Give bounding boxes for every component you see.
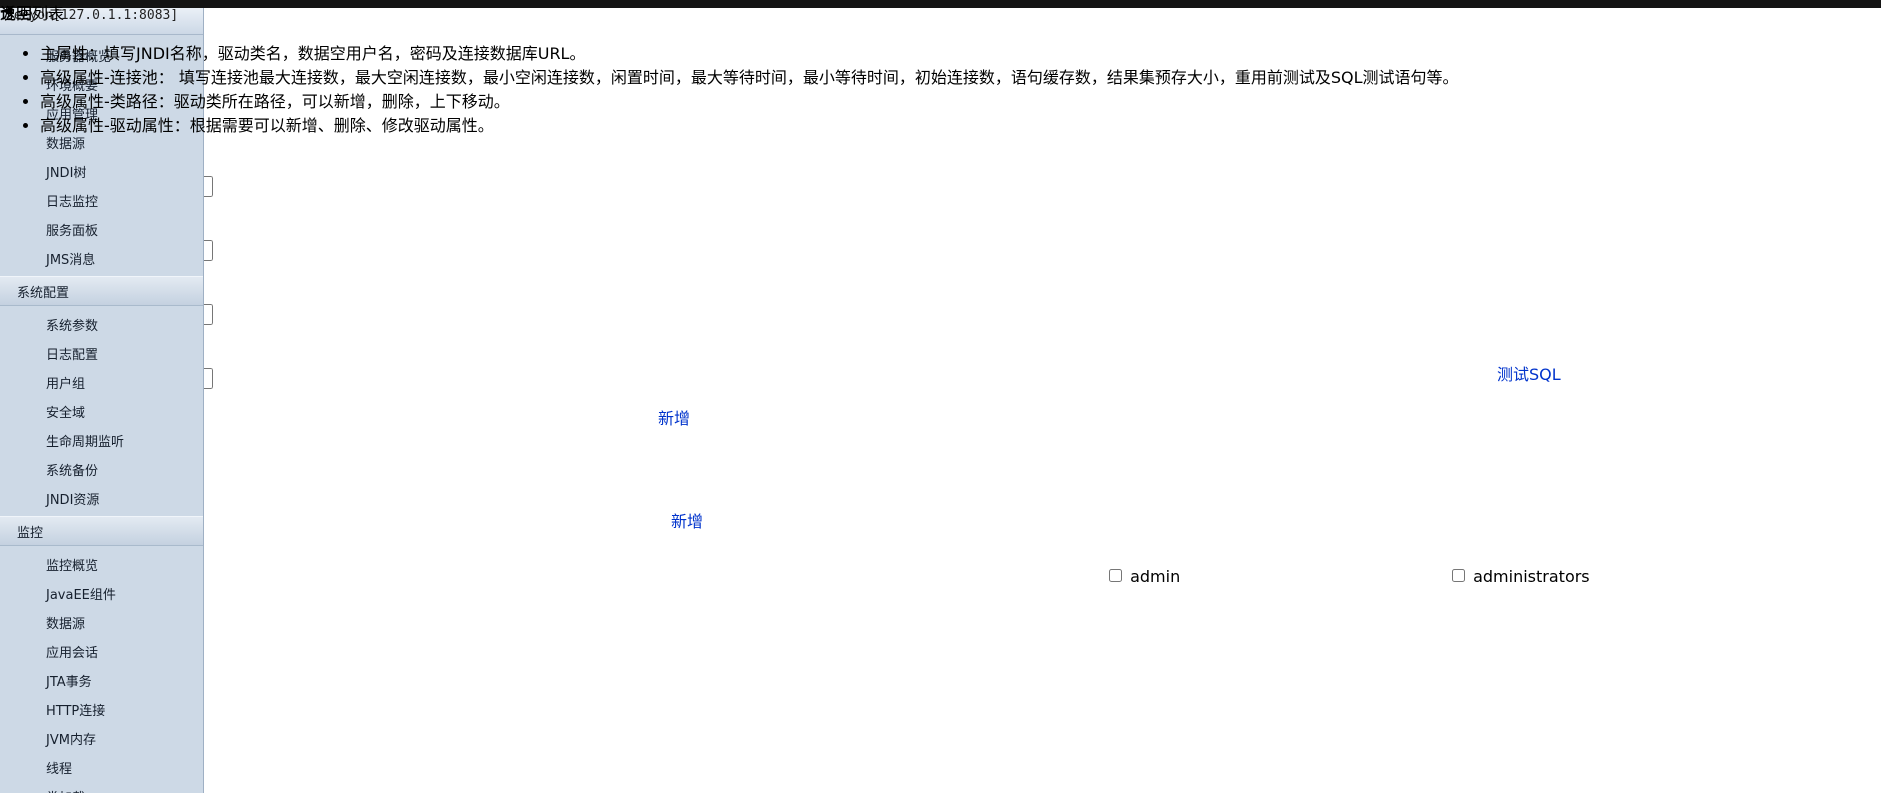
pool-legend: 连接池 <box>0 616 1881 640</box>
sidebar-item-label: 类加载 <box>46 787 85 793</box>
required-driver-class: * <box>0 325 1881 344</box>
sidebar-item-label: 系统备份 <box>46 464 99 479</box>
sidebar-item[interactable]: JNDI资源 <box>0 484 203 513</box>
section-title-advanced: 高级属性 <box>0 408 1881 432</box>
sidebar-item-label: JVM内存 <box>46 733 96 748</box>
sidebar-item[interactable]: 监控 <box>0 516 203 546</box>
url-label: URL： <box>0 344 1881 368</box>
help-title: 说明 <box>0 4 33 23</box>
sidebar-item-label: JNDI树 <box>46 166 87 181</box>
sidebar-item[interactable]: 日志配置 <box>0 339 203 368</box>
remote-group-checkbox[interactable] <box>1452 569 1465 582</box>
sidebar-item-label: 应用会话 <box>46 646 99 661</box>
sidebar-item[interactable]: 系统备份 <box>0 455 203 484</box>
sidebar-item-label: 生命周期监听 <box>46 435 125 450</box>
remote-group-label: administrators <box>1473 567 1590 586</box>
sidebar-item[interactable]: 生命周期监听 <box>0 426 203 455</box>
sidebar-item-label: 系统参数 <box>46 319 99 334</box>
test-sql-link[interactable]: 测试SQL <box>1497 361 1561 385</box>
sidebar-item-label: 用户组 <box>46 377 86 392</box>
sidebar-item[interactable]: 日志监控 <box>0 186 203 215</box>
classpath-add-link[interactable]: 新增 <box>655 405 694 429</box>
password-label: 密码： <box>0 216 1881 240</box>
sidebar-item[interactable]: 系统配置 <box>0 276 203 306</box>
required-password: * <box>0 261 1881 280</box>
sidebar-item[interactable]: 应用会话 <box>0 637 203 666</box>
sidebar-item[interactable]: 监控概览 <box>0 550 203 579</box>
help-bullets: 主属性：填写JNDI名称，驱动类名，数据空用户名，密码及连接数据库URL。高级属… <box>0 40 1459 136</box>
help-bullet: 高级属性-连接池： 填写连接池最大连接数，最大空闲连接数，最小空闲连接数，闲置时… <box>40 64 1459 88</box>
sidebar-item-label: HTTP连接 <box>46 704 106 719</box>
sidebar-item[interactable]: 安全域 <box>0 397 203 426</box>
sidebar-item-label: JMS消息 <box>46 253 96 268</box>
remote-groups-list: administrators <box>1448 566 1590 586</box>
required-jndi: * <box>0 197 1881 216</box>
help-panel: 说明 主属性：填写JNDI名称，驱动类名，数据空用户名，密码及连接数据库URL。… <box>0 0 1459 152</box>
remote-user-checkbox[interactable] <box>1109 569 1122 582</box>
remote-group-item: administrators <box>1448 566 1590 586</box>
sidebar-item[interactable]: 数据源 <box>0 608 203 637</box>
sidebar-item-label: 日志配置 <box>46 348 99 363</box>
sidebar-item[interactable]: JTA事务 <box>0 666 203 695</box>
sidebar-item[interactable]: JMS消息 <box>0 244 203 273</box>
remote-users-list: admin <box>1105 566 1180 586</box>
sidebar-item-label: 安全域 <box>46 406 86 421</box>
jndi-label: JNDI： <box>0 152 1881 176</box>
driver-class-label: 驱动类名： <box>0 280 1881 304</box>
sidebar-item[interactable]: JNDI树 <box>0 157 203 186</box>
sidebar-item-label: 监控 <box>17 525 44 541</box>
sidebar-item[interactable]: 服务面板 <box>0 215 203 244</box>
sidebar-item-label: JNDI资源 <box>46 493 100 508</box>
driver-props-add-link[interactable]: 新增 <box>668 508 707 532</box>
required-url: * <box>0 389 1881 408</box>
page: seeyon[127.0.1.1:8083] 服务器概览 环境概要 应用管理 数… <box>0 0 1881 793</box>
sidebar-item[interactable]: 用户组 <box>0 368 203 397</box>
sidebar-item-label: 服务面板 <box>46 224 99 239</box>
help-bullet: 主属性：填写JNDI名称，驱动类名，数据空用户名，密码及连接数据库URL。 <box>40 40 1459 64</box>
sidebar-item[interactable]: 线程 <box>0 753 203 782</box>
sidebar-item-label: 监控概览 <box>46 559 99 574</box>
sidebar-item[interactable]: 类加载 <box>0 782 203 793</box>
sidebar-item-label: 日志监控 <box>46 195 99 210</box>
sidebar-item[interactable]: 系统参数 <box>0 310 203 339</box>
sidebar-item[interactable]: JavaEE组件 <box>0 579 203 608</box>
help-bullet: 高级属性-类路径：驱动类所在路径，可以新增，删除，上下移动。 <box>40 88 1459 112</box>
sidebar-item-label: 数据源 <box>46 617 86 632</box>
remote-user-item: admin <box>1105 566 1180 586</box>
sidebar-item-label: 系统配置 <box>17 285 70 301</box>
sidebar-item-label: 线程 <box>46 762 73 777</box>
remote-user-label: admin <box>1130 567 1181 586</box>
sidebar-item-label: JTA事务 <box>46 675 92 690</box>
sidebar-item[interactable]: JVM内存 <box>0 724 203 753</box>
sidebar-item-label: JavaEE组件 <box>46 588 116 603</box>
help-bullet: 高级属性-驱动属性：根据需要可以新增、删除、修改驱动属性。 <box>40 112 1459 136</box>
sidebar-item[interactable]: HTTP连接 <box>0 695 203 724</box>
